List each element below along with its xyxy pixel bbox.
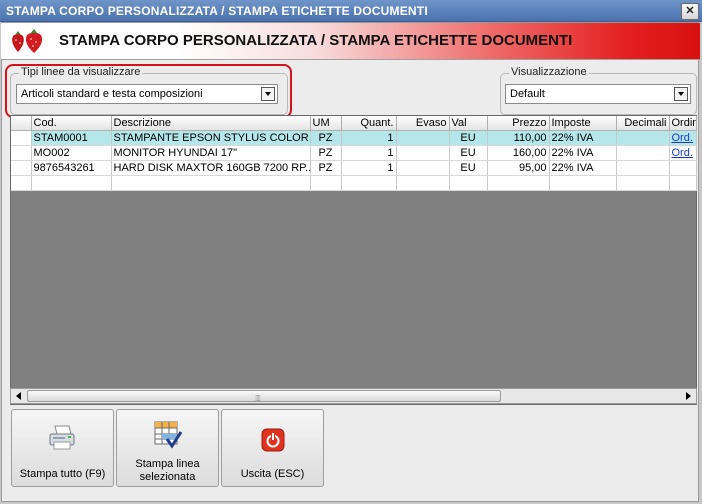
row-selector[interactable] <box>11 160 32 176</box>
power-exit-icon <box>261 428 284 452</box>
cell-imposte[interactable]: 22% IVA <box>549 145 617 161</box>
window-title: STAMPA CORPO PERSONALIZZATA / STAMPA ETI… <box>6 4 428 18</box>
cell-ordine-link[interactable]: Ord. <box>669 145 697 161</box>
header-banner: STAMPA CORPO PERSONALIZZATA / STAMPA ETI… <box>1 23 700 60</box>
print-selected-label-line1: Stampa linea <box>135 458 200 470</box>
chevron-down-icon[interactable] <box>674 87 688 101</box>
grid-header-row: Cod. Descrizione UM Quant. Evaso Val Pre… <box>11 116 697 131</box>
print-selected-button[interactable]: Stampa linea selezionata <box>116 409 219 487</box>
cell-cod[interactable]: STAM0001 <box>31 130 112 146</box>
column-header-um[interactable]: UM <box>310 116 342 131</box>
row-selector[interactable] <box>11 130 32 146</box>
cell-ordine-link[interactable]: Ord. <box>669 130 697 146</box>
cell-empty[interactable] <box>341 175 397 191</box>
highlight-annotation <box>5 64 292 118</box>
cell-descrizione[interactable]: MONITOR HYUNDAI 17" <box>111 145 311 161</box>
print-selected-label-line2: selezionata <box>139 471 196 483</box>
cell-evaso[interactable] <box>396 145 450 161</box>
cell-quant[interactable]: 1 <box>341 145 397 161</box>
column-header-val[interactable]: Val <box>449 116 488 131</box>
cell-empty[interactable] <box>669 175 697 191</box>
column-header-quant[interactable]: Quant. <box>341 116 397 131</box>
scroll-left-icon[interactable] <box>13 390 25 402</box>
view-value: Default <box>510 88 545 100</box>
print-all-label: Stampa tutto (F9) <box>19 468 106 480</box>
cell-imposte[interactable]: 22% IVA <box>549 130 617 146</box>
column-header-imposte[interactable]: Imposte <box>549 116 617 131</box>
column-header-ordine[interactable]: Ordin <box>669 116 697 131</box>
row-selector[interactable] <box>11 175 32 191</box>
cell-empty[interactable] <box>616 175 670 191</box>
column-header-evaso[interactable]: Evaso <box>396 116 450 131</box>
table-row[interactable]: STAM0001 STAMPANTE EPSON STYLUS COLOR C.… <box>11 130 697 146</box>
grip-icon: ⁞⁞⁞⁞ <box>255 394 261 403</box>
cell-val[interactable]: EU <box>449 160 488 176</box>
cell-ordine-link[interactable] <box>669 160 697 176</box>
cell-val[interactable]: EU <box>449 130 488 146</box>
cell-empty[interactable] <box>396 175 450 191</box>
cell-um[interactable]: PZ <box>310 160 342 176</box>
cell-cod[interactable]: MO002 <box>31 145 112 161</box>
exit-button[interactable]: Uscita (ESC) <box>221 409 324 487</box>
row-selector[interactable] <box>11 145 32 161</box>
strawberry-logo-icon <box>12 29 43 53</box>
cell-prezzo[interactable]: 160,00 <box>487 145 550 161</box>
cell-empty[interactable] <box>111 175 311 191</box>
cell-imposte[interactable]: 22% IVA <box>549 160 617 176</box>
cell-empty[interactable] <box>31 175 112 191</box>
close-button[interactable]: ✕ <box>681 3 699 20</box>
cell-empty[interactable] <box>549 175 617 191</box>
print-all-button[interactable]: Stampa tutto (F9) <box>11 409 114 487</box>
title-bar: STAMPA CORPO PERSONALIZZATA / STAMPA ETI… <box>0 0 702 22</box>
cell-evaso[interactable] <box>396 160 450 176</box>
lines-table: Cod. Descrizione UM Quant. Evaso Val Pre… <box>11 116 697 191</box>
cell-descrizione[interactable]: STAMPANTE EPSON STYLUS COLOR C... <box>111 130 311 146</box>
column-header-prezzo[interactable]: Prezzo <box>487 116 550 131</box>
column-header-cod[interactable]: Cod. <box>31 116 112 131</box>
table-row[interactable]: 9876543261 HARD DISK MAXTOR 160GB 7200 R… <box>11 160 697 176</box>
cell-val[interactable]: EU <box>449 145 488 161</box>
table-row[interactable]: MO002 MONITOR HYUNDAI 17" PZ 1 EU 160,00… <box>11 145 697 161</box>
cell-decimali[interactable] <box>616 160 670 176</box>
horizontal-scrollbar[interactable]: ⁞⁞⁞⁞ <box>10 388 697 404</box>
cell-quant[interactable]: 1 <box>341 130 397 146</box>
scroll-right-icon[interactable] <box>682 390 694 402</box>
scrollbar-thumb[interactable]: ⁞⁞⁞⁞ <box>27 390 501 403</box>
cell-empty[interactable] <box>487 175 550 191</box>
cell-prezzo[interactable]: 110,00 <box>487 130 550 146</box>
column-header-descrizione[interactable]: Descrizione <box>111 116 311 131</box>
column-header-decimali[interactable]: Decimali <box>616 116 670 131</box>
cell-cod[interactable]: 9876543261 <box>31 160 112 176</box>
cell-um[interactable]: PZ <box>310 130 342 146</box>
cell-decimali[interactable] <box>616 145 670 161</box>
view-legend: Visualizzazione <box>509 66 589 78</box>
cell-empty[interactable] <box>449 175 488 191</box>
cell-descrizione[interactable]: HARD DISK MAXTOR 160GB 7200 RP... <box>111 160 311 176</box>
column-header-selector[interactable] <box>11 116 32 131</box>
lines-grid[interactable]: Cod. Descrizione UM Quant. Evaso Val Pre… <box>10 115 697 405</box>
checked-grid-icon <box>154 421 182 449</box>
printer-icon <box>49 425 74 450</box>
cell-evaso[interactable] <box>396 130 450 146</box>
cell-prezzo[interactable]: 95,00 <box>487 160 550 176</box>
view-select[interactable]: Default <box>505 84 691 104</box>
exit-label: Uscita (ESC) <box>240 468 305 480</box>
cell-um[interactable]: PZ <box>310 145 342 161</box>
cell-quant[interactable]: 1 <box>341 160 397 176</box>
table-row-empty[interactable] <box>11 175 697 191</box>
header-title: STAMPA CORPO PERSONALIZZATA / STAMPA ETI… <box>59 32 573 49</box>
cell-empty[interactable] <box>310 175 342 191</box>
cell-decimali[interactable] <box>616 130 670 146</box>
